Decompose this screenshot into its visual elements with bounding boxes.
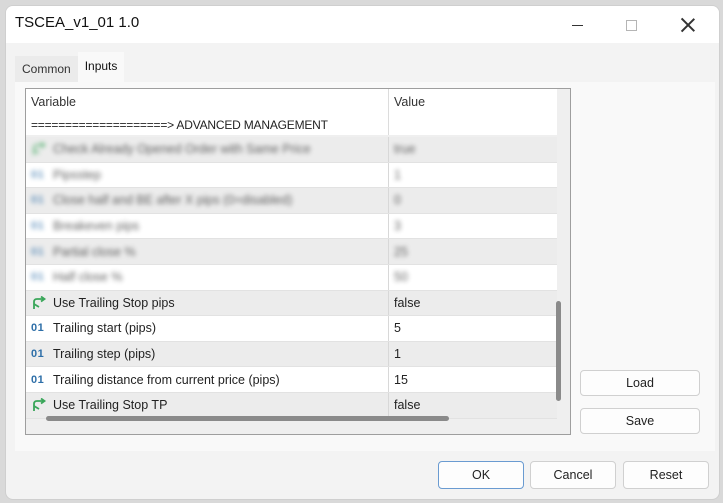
section-label: ====================> ADVANCED MANAGEMEN… — [31, 118, 328, 132]
variable-value[interactable]: 25 — [394, 245, 408, 259]
int-icon: 01 — [26, 220, 53, 232]
table-row[interactable]: Use Trailing Stop pips false — [26, 290, 557, 317]
cell-divider — [388, 341, 389, 367]
ok-button[interactable]: OK — [438, 461, 524, 489]
save-button[interactable]: Save — [580, 408, 700, 434]
int-type-glyph: 01 — [31, 271, 45, 284]
maximize-button[interactable] — [611, 11, 651, 39]
int-icon: 01 — [26, 194, 53, 206]
bool-icon — [26, 398, 53, 412]
cell-divider — [388, 188, 389, 213]
int-type-glyph: 01 — [31, 348, 45, 361]
variable-name: Trailing start (pips) — [53, 321, 157, 336]
variable-value[interactable]: true — [394, 142, 416, 156]
dialog-window: TSCEA_v1_01 1.0 Common Inputs Variable V… — [5, 5, 720, 500]
table-row[interactable]: Use Trailing Stop TP false — [26, 392, 557, 419]
variable-name: Trailing step (pips) — [53, 347, 156, 362]
variable-name: Use Trailing Stop TP — [53, 398, 168, 413]
minimize-icon — [571, 24, 583, 26]
tab-inputs[interactable]: Inputs — [77, 52, 125, 82]
bool-icon — [26, 295, 53, 310]
variable-value[interactable]: 5 — [394, 321, 401, 335]
cell-divider — [388, 239, 389, 264]
int-type-glyph: 01 — [31, 245, 45, 258]
int-icon: 01 — [26, 271, 53, 283]
variable-value[interactable]: 0 — [394, 193, 401, 207]
minimize-button[interactable] — [557, 11, 597, 39]
inputs-panel: Variable Value ====================> ADV… — [15, 82, 715, 451]
variable-value[interactable]: 1 — [394, 168, 401, 182]
variable-value[interactable]: false — [394, 296, 420, 310]
int-type-glyph: 01 — [31, 322, 45, 335]
variable-name: Use Trailing Stop pips — [53, 295, 175, 310]
cell-divider — [388, 213, 389, 239]
bool-icon — [26, 142, 53, 156]
int-type-glyph: 01 — [31, 220, 45, 233]
int-type-glyph: 01 — [31, 168, 45, 181]
cell-divider — [388, 290, 389, 316]
variable-name: Partial close % — [53, 244, 136, 259]
variable-value[interactable]: false — [394, 398, 420, 412]
int-icon: 01 — [26, 169, 53, 181]
table-row[interactable]: 01 Pipsstep 1 — [26, 162, 557, 189]
table-row[interactable]: 01 Close half and BE after X pips (0=disa… — [26, 188, 557, 214]
tab-common[interactable]: Common — [15, 56, 78, 82]
cell-divider — [388, 392, 389, 418]
variable-value[interactable]: 3 — [394, 219, 401, 233]
column-header-variable[interactable]: Variable — [31, 95, 76, 109]
int-icon: 01 — [26, 374, 53, 386]
variable-name: Check Already Opened Order with Same Pri… — [53, 142, 311, 157]
variable-name: Half close % — [53, 270, 123, 285]
horizontal-scrollbar[interactable] — [46, 416, 449, 421]
table-row[interactable]: 01 Breakeven pips 3 — [26, 213, 557, 240]
table-row[interactable]: 01 Half close % 50 — [26, 264, 557, 291]
column-divider[interactable] — [388, 89, 389, 135]
window-title: TSCEA_v1_01 1.0 — [15, 14, 140, 31]
title-bar: TSCEA_v1_01 1.0 — [6, 6, 719, 43]
grid-header: Variable Value ====================> ADV… — [26, 89, 557, 135]
close-icon — [681, 18, 695, 32]
table-row[interactable]: 01 Trailing step (pips) 1 — [26, 341, 557, 368]
cell-divider — [388, 367, 389, 392]
cancel-button[interactable]: Cancel — [530, 461, 616, 489]
table-row[interactable]: 01 Partial close % 25 — [26, 239, 557, 265]
table-row[interactable]: Check Already Opened Order with Same Pri… — [26, 137, 557, 163]
cell-divider — [388, 162, 389, 188]
variable-value[interactable]: 50 — [394, 270, 408, 284]
load-button[interactable]: Load — [580, 370, 700, 396]
maximize-icon — [625, 19, 637, 31]
variable-name: Close half and BE after X pips (0=disabl… — [53, 193, 293, 208]
close-button[interactable] — [668, 11, 708, 39]
int-icon: 01 — [26, 348, 53, 360]
variable-name: Trailing distance from current price (pi… — [53, 372, 280, 387]
variable-value[interactable]: 15 — [394, 373, 408, 387]
reset-button[interactable]: Reset — [623, 461, 709, 489]
tab-bar: Common Inputs — [15, 52, 125, 82]
int-icon: 01 — [26, 322, 53, 334]
cell-divider — [388, 264, 389, 290]
table-row[interactable]: 01 Trailing start (pips) 5 — [26, 316, 557, 342]
int-icon: 01 — [26, 246, 53, 258]
int-type-glyph: 01 — [31, 373, 45, 386]
table-row[interactable]: 01 Trailing distance from current price (… — [26, 367, 557, 393]
variable-value[interactable]: 1 — [394, 347, 401, 361]
cell-divider — [388, 316, 389, 341]
grid-rows: Check Already Opened Order with Same Pri… — [26, 137, 557, 419]
variable-name: Pipsstep — [53, 167, 101, 182]
inputs-grid: Variable Value ====================> ADV… — [25, 88, 571, 435]
variable-name: Breakeven pips — [53, 219, 140, 234]
vertical-scrollbar[interactable] — [556, 301, 561, 401]
int-type-glyph: 01 — [31, 194, 45, 207]
column-header-value[interactable]: Value — [394, 95, 425, 109]
cell-divider — [388, 137, 389, 162]
